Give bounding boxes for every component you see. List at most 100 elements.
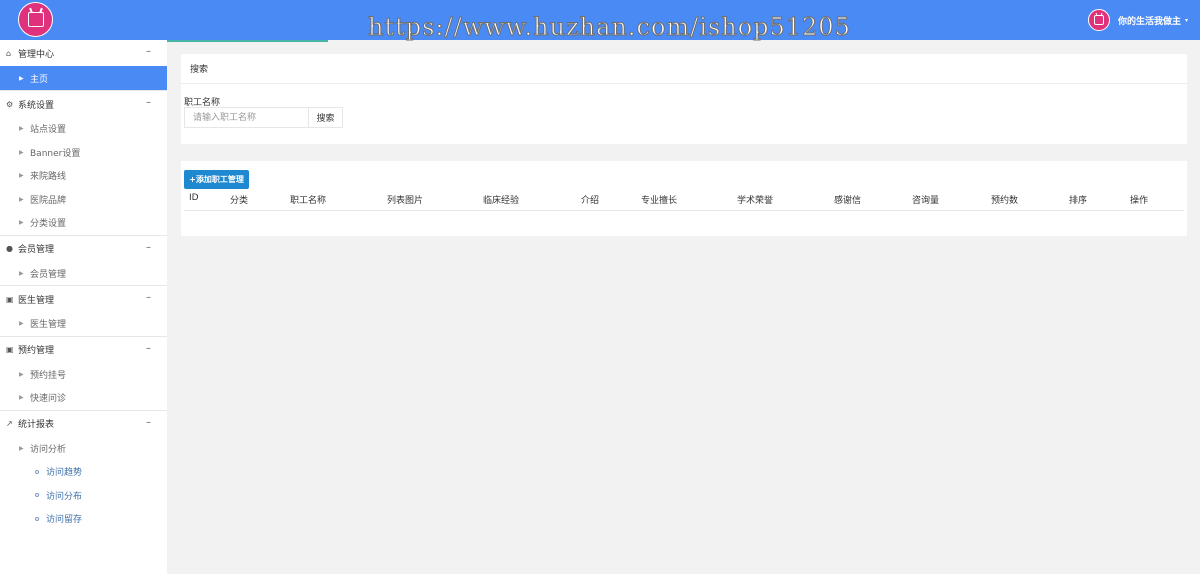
sidebar-subitem-label: 访问趋势	[46, 468, 83, 479]
sidebar-item-label: 快速问诊	[30, 394, 67, 405]
column-header[interactable]: 学术荣誉	[737, 193, 773, 206]
sidebar-item-doctors[interactable]: ▶ 医生管理	[0, 312, 167, 336]
sidebar-subitem-visit-distribution[interactable]: 访问分布	[0, 484, 167, 508]
gear-icon: ⚙	[6, 99, 14, 109]
sidebar-item-label: 来院路线	[30, 172, 67, 183]
table-header: ID 分类 职工名称 列表图片 临床经验 介绍 专业擅长 学术荣誉 感谢信 咨询…	[184, 189, 1184, 211]
sidebar-group-header[interactable]: ↗ 统计报表 –	[0, 411, 167, 437]
caret-right-icon: ▶	[19, 195, 24, 203]
search-button[interactable]: 搜索	[308, 107, 343, 128]
column-header[interactable]: 临床经验	[483, 193, 519, 206]
search-panel: 搜索 职工名称 搜索	[181, 54, 1187, 144]
logo[interactable]	[18, 2, 53, 37]
caret-right-icon: ▶	[19, 172, 24, 180]
sidebar-item-label: 站点设置	[30, 125, 67, 136]
archive-icon: ▣	[6, 345, 14, 354]
sidebar-item-members[interactable]: ▶ 会员管理	[0, 262, 167, 286]
column-header[interactable]: 操作	[1130, 193, 1148, 206]
watermark-text: https://www.huzhan.com/ishop51205	[368, 13, 851, 41]
sidebar-subitem-visit-trend[interactable]: 访问趋势	[0, 460, 167, 484]
home-icon: ⌂	[6, 48, 12, 58]
user-menu[interactable]: 你的生活我做主 ▾	[1087, 9, 1188, 31]
sidebar-group-header[interactable]: ⌂ 管理中心 –	[0, 40, 167, 66]
sidebar-item-site-settings[interactable]: ▶ 站点设置	[0, 117, 167, 141]
avatar-cat-icon	[1093, 15, 1104, 25]
circle-icon	[35, 516, 39, 521]
sidebar-group-reports: ↗ 统计报表 – ▶ 访问分析 访问趋势 访问分布 访问留存	[0, 411, 167, 531]
sidebar-group-appointments: ▣ 预约管理 – ▶ 预约挂号 ▶ 快速问诊	[0, 337, 167, 411]
tab-indicator	[167, 40, 328, 42]
caret-right-icon: ▶	[19, 444, 24, 452]
sidebar-subitem-label: 访问分布	[46, 491, 83, 502]
sidebar-group-header[interactable]: ● 会员管理 –	[0, 236, 167, 262]
sidebar-group-label: 系统设置	[18, 100, 55, 111]
sidebar-item-category[interactable]: ▶ 分类设置	[0, 211, 167, 235]
sidebar-item-quick-consult[interactable]: ▶ 快速问诊	[0, 386, 167, 410]
avatar	[1087, 9, 1110, 31]
collapse-icon[interactable]: –	[146, 97, 151, 108]
column-header[interactable]: 介绍	[581, 193, 599, 206]
search-panel-title: 搜索	[181, 54, 1187, 84]
sidebar: ⌂ 管理中心 – ▶ 主页 ⚙ 系统设置 – ▶ 站点设置 ▶ Banner设置 ▶ 来…	[0, 40, 167, 574]
user-name: 你的生活我做主	[1117, 16, 1181, 27]
sidebar-group-header[interactable]: ▣ 医生管理 –	[0, 286, 167, 312]
column-header[interactable]: 排序	[1069, 193, 1087, 206]
sidebar-subitem-visit-retention[interactable]: 访问留存	[0, 507, 167, 531]
caret-right-icon: ▶	[19, 269, 24, 277]
collapse-icon[interactable]: –	[146, 292, 151, 303]
column-header[interactable]: 职工名称	[290, 193, 326, 206]
sidebar-item-brand[interactable]: ▶ 医院品牌	[0, 188, 167, 212]
column-header[interactable]: 分类	[230, 193, 248, 206]
sidebar-group-label: 会员管理	[18, 245, 55, 255]
sidebar-item-route[interactable]: ▶ 来院路线	[0, 164, 167, 188]
sidebar-group-header[interactable]: ⚙ 系统设置 –	[0, 91, 167, 117]
sidebar-item-label: 分类设置	[30, 219, 67, 230]
add-staff-button[interactable]: +添加职工管理	[184, 170, 249, 189]
sidebar-item-visit-analysis[interactable]: ▶ 访问分析	[0, 437, 167, 461]
logo-cat-icon	[27, 12, 44, 27]
sidebar-item-label: 医院品牌	[30, 195, 67, 206]
staff-table-panel: +添加职工管理 ID 分类 职工名称 列表图片 临床经验 介绍 专业擅长 学术荣…	[181, 161, 1187, 236]
caret-right-icon: ▶	[19, 394, 24, 402]
caret-right-icon: ▶	[19, 74, 24, 82]
sidebar-item-label: Banner设置	[30, 148, 81, 159]
staff-name-search-input[interactable]	[184, 107, 309, 128]
sidebar-group-header[interactable]: ▣ 预约管理 –	[0, 337, 167, 363]
sidebar-group-label: 医生管理	[18, 295, 55, 306]
sidebar-group-label: 预约管理	[18, 346, 55, 356]
sidebar-group-members: ● 会员管理 – ▶ 会员管理	[0, 236, 167, 286]
chart-line-icon: ↗	[6, 419, 13, 428]
sidebar-item-label: 访问分析	[30, 444, 67, 455]
sidebar-item-label: 主页	[30, 74, 49, 85]
sidebar-group-doctors: ▣ 医生管理 – ▶ 医生管理	[0, 286, 167, 337]
top-navbar: https://www.huzhan.com/ishop51205 你的生活我做…	[0, 0, 1200, 41]
column-header[interactable]: 预约数	[991, 193, 1018, 206]
caret-right-icon: ▶	[19, 148, 24, 156]
column-header[interactable]: 专业擅长	[641, 193, 677, 206]
user-icon: ●	[6, 244, 13, 253]
sidebar-item-label: 会员管理	[30, 269, 67, 280]
circle-icon	[35, 493, 39, 498]
collapse-icon[interactable]: –	[146, 46, 151, 57]
sidebar-group-label: 统计报表	[18, 420, 55, 430]
collapse-icon[interactable]: –	[146, 242, 151, 253]
circle-icon	[35, 469, 39, 474]
sidebar-group-label: 管理中心	[18, 49, 55, 60]
caret-right-icon: ▶	[19, 320, 24, 328]
column-header[interactable]: 咨询量	[912, 193, 939, 206]
sidebar-item-registration[interactable]: ▶ 预约挂号	[0, 363, 167, 387]
caret-right-icon: ▶	[19, 219, 24, 227]
collapse-icon[interactable]: –	[146, 343, 151, 354]
caret-right-icon: ▶	[19, 370, 24, 378]
archive-icon: ▣	[6, 294, 14, 304]
column-header[interactable]: ID	[189, 193, 199, 203]
collapse-icon[interactable]: –	[146, 417, 151, 428]
caret-down-icon: ▾	[1184, 16, 1188, 24]
sidebar-item-label: 医生管理	[30, 320, 67, 331]
column-header[interactable]: 列表图片	[387, 193, 423, 206]
column-header[interactable]: 感谢信	[834, 193, 861, 206]
caret-right-icon: ▶	[19, 125, 24, 133]
sidebar-group-dashboard: ⌂ 管理中心 – ▶ 主页	[0, 40, 167, 91]
sidebar-item-banner-settings[interactable]: ▶ Banner设置	[0, 141, 167, 165]
sidebar-item-home[interactable]: ▶ 主页	[0, 66, 167, 90]
